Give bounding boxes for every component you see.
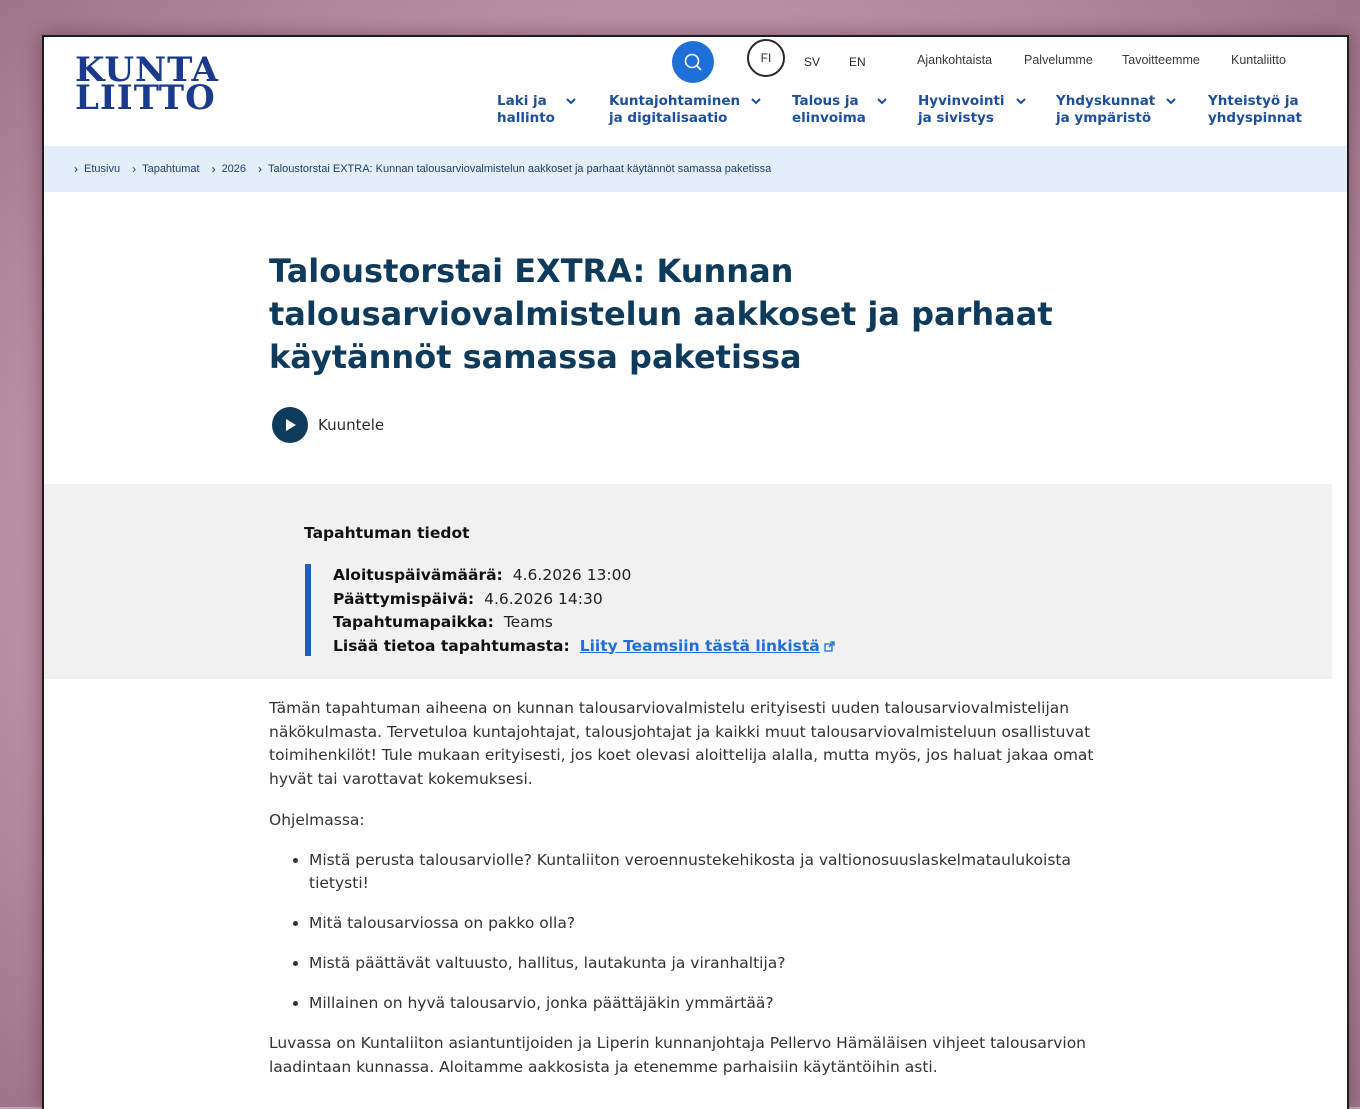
list-item: Mistä päättävät valtuusto, hallitus, lau… <box>309 952 1109 976</box>
event-end: Päättymispäivä: 4.6.2026 14:30 <box>333 589 603 608</box>
search-icon <box>684 53 702 71</box>
language-en[interactable]: EN <box>849 55 866 69</box>
breadcrumb: › Etusivu › Tapahtumat › 2026 › Taloustorsta… <box>44 146 1347 192</box>
utility-link-kuntaliitto[interactable]: Kuntaliitto <box>1231 53 1286 67</box>
list-item: Mistä perusta talousarviolle? Kuntaliito… <box>309 849 1109 896</box>
logo-line-2: LIITTO <box>75 77 216 118</box>
search-button[interactable] <box>672 41 714 83</box>
nav-label: Talous ja elinvoima <box>792 93 866 126</box>
nav-label: Yhdyskunnat ja ympäristö <box>1056 93 1156 126</box>
utility-link-palvelumme[interactable]: Palvelumme <box>1024 53 1093 67</box>
chevron-down-icon <box>877 98 887 105</box>
intro-paragraph: Tämän tapahtuman aiheena on kunnan talou… <box>269 699 1094 788</box>
outro-paragraph: Luvassa on Kuntaliiton asiantuntijoiden … <box>269 1034 1087 1076</box>
chevron-right-icon: › <box>74 162 78 176</box>
program-heading: Ohjelmassa: <box>269 811 365 829</box>
chevron-down-icon <box>566 98 576 105</box>
breadcrumb-item-current: › Taloustorstai EXTRA: Kunnan talousarvio… <box>258 162 772 176</box>
breadcrumb-item-2026[interactable]: › 2026 <box>212 162 246 176</box>
language-fi[interactable]: FI <box>747 39 785 77</box>
accent-bar <box>305 564 311 656</box>
nav-kuntajohtaminen[interactable]: Kuntajohtaminen ja digitalisaatio <box>609 93 762 127</box>
utility-link-ajankohtaista[interactable]: Ajankohtaista <box>917 53 992 67</box>
chevron-right-icon: › <box>258 162 263 176</box>
nav-label: Laki ja hallinto <box>497 93 555 126</box>
chevron-down-icon <box>751 98 761 105</box>
breadcrumb-item-tapahtumat[interactable]: › Tapahtumat <box>132 162 199 176</box>
nav-hyvinvointi-ja-sivistys[interactable]: Hyvinvointi ja sivistys <box>918 93 1027 127</box>
nav-yhdyskunnat-ja-ymparisto[interactable]: Yhdyskunnat ja ympäristö <box>1056 93 1177 127</box>
utility-link-tavoitteemme[interactable]: Tavoitteemme <box>1122 53 1200 67</box>
browser-page: KUNTA LIITTO FI SV EN Ajankohtaista Palv… <box>42 35 1349 1109</box>
breadcrumb-item-etusivu[interactable]: › Etusivu <box>74 162 120 176</box>
event-start: Aloituspäivämäärä: 4.6.2026 13:00 <box>333 566 632 584</box>
nav-label: Hyvinvointi ja sivistys <box>918 93 1005 126</box>
event-details: Aloituspäivämäärä: 4.6.2026 13:00 Päättym… <box>333 564 835 658</box>
external-link-icon <box>824 640 835 652</box>
program-list: Mistä perusta talousarviolle? Kuntaliito… <box>269 849 1109 1016</box>
nav-label: Yhteistyö ja yhdyspinnat <box>1208 93 1302 126</box>
event-info-heading: Tapahtuman tiedot <box>304 524 470 542</box>
event-place: Tapahtumapaikka: Teams <box>333 613 553 631</box>
chevron-right-icon: › <box>132 162 137 176</box>
event-info-box: Tapahtuman tiedot Aloituspäivämäärä: 4.6.… <box>44 484 1332 679</box>
chevron-right-icon: › <box>211 162 216 176</box>
chevron-down-icon <box>1015 98 1026 105</box>
teams-link[interactable]: Liity Teamsiin tästä linkistä <box>580 637 835 655</box>
play-icon <box>272 407 308 443</box>
nav-laki-ja-hallinto[interactable]: Laki ja hallinto <box>497 93 577 127</box>
article-body: Tämän tapahtuman aiheena on kunnan talou… <box>269 697 1109 1097</box>
kuntaliitto-logo[interactable]: KUNTA LIITTO <box>75 53 219 118</box>
list-item: Mitä talousarviossa on pakko olla? <box>309 912 1109 936</box>
chevron-down-icon <box>1166 98 1176 105</box>
nav-yhteistyo-ja-yhdyspinnat[interactable]: Yhteistyö ja yhdyspinnat <box>1208 93 1302 127</box>
list-item: Millainen on hyvä talousarvio, jonka pää… <box>309 992 1109 1016</box>
listen-label: Kuuntele <box>318 416 385 434</box>
nav-talous-ja-elinvoima[interactable]: Talous ja elinvoima <box>792 93 888 127</box>
page-title: Taloustorstai EXTRA: Kunnan talousarviov… <box>269 252 1053 376</box>
event-more-info: Lisää tietoa tapahtumasta: Liity Teamsiin… <box>333 635 835 659</box>
language-sv[interactable]: SV <box>804 55 820 69</box>
listen-button[interactable]: Kuuntele <box>272 407 384 443</box>
nav-label: Kuntajohtaminen ja digitalisaatio <box>609 93 741 126</box>
